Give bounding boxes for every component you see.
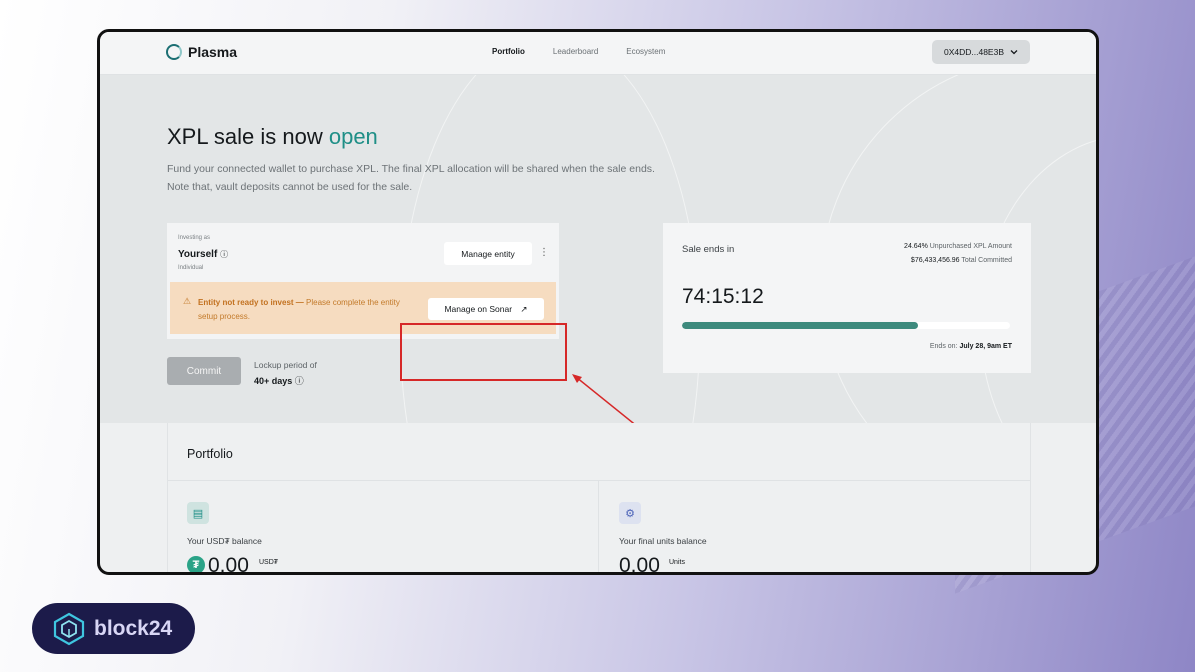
- divider: [598, 480, 599, 572]
- cube-logo-icon: [53, 612, 85, 645]
- portfolio-title: Portfolio: [187, 447, 233, 461]
- desc-line-2: Note that, vault deposits cannot be used…: [167, 181, 413, 193]
- wallet-button[interactable]: 0X4DD...48E3B: [932, 40, 1030, 64]
- hero-description: Fund your connected wallet to purchase X…: [167, 160, 655, 196]
- entity-name-text: Yourself: [178, 249, 218, 260]
- plasma-logo-icon: [166, 44, 182, 60]
- more-options-icon[interactable]: ⋮: [539, 247, 549, 258]
- usdt-balance-amount: 0.00: [208, 554, 249, 575]
- sale-card: Sale ends in 24.64% Unpurchased XPL Amou…: [663, 223, 1031, 373]
- entity-card: Investing as Yourself ⓘ Individual Manag…: [167, 223, 559, 339]
- wallet-address: 0X4DD...48E3B: [943, 47, 1004, 57]
- committed-label: Total Committed: [961, 257, 1012, 264]
- warning-text: Entity not ready to invest — Please comp…: [198, 296, 408, 324]
- nav-link-portfolio[interactable]: Portfolio: [492, 47, 525, 56]
- sale-progress-bar: [682, 322, 1010, 329]
- nav-links: Portfolio Leaderboard Ecosystem: [492, 47, 665, 56]
- info-icon[interactable]: ⓘ: [295, 376, 304, 386]
- unpurchased-label: Unpurchased XPL Amount: [929, 243, 1012, 250]
- external-link-icon: ↗: [520, 303, 528, 314]
- usdt-balance-label: Your USD₮ balance: [187, 536, 262, 546]
- hero-section: XPL sale is now open Fund your connected…: [100, 75, 1096, 423]
- nav-link-leaderboard[interactable]: Leaderboard: [553, 47, 598, 56]
- units-unit: Units: [669, 559, 685, 566]
- logo-text: Plasma: [188, 44, 238, 60]
- annotation-arrow: [572, 374, 635, 423]
- lockup-value-text: 40+ days: [254, 376, 293, 386]
- entity-name: Yourself ⓘ: [178, 249, 228, 260]
- brand-name: block24: [94, 616, 173, 640]
- units-balance-label: Your final units balance: [619, 536, 707, 546]
- wallet-icon: ▤: [187, 502, 209, 524]
- usdt-unit: USD₮: [259, 559, 279, 566]
- browser-frame: Plasma Portfolio Leaderboard Ecosystem 0…: [97, 29, 1099, 575]
- title-highlight: open: [328, 124, 378, 149]
- sale-progress-fill: [682, 322, 919, 329]
- commit-button[interactable]: Commit: [167, 357, 241, 385]
- desc-line-1: Fund your connected wallet to purchase X…: [167, 163, 655, 175]
- lockup-label: Lockup period of: [254, 360, 317, 370]
- unpurchased-value: 24.64%: [904, 243, 928, 250]
- highlight-box: [400, 323, 567, 381]
- lockup-value: 40+ days ⓘ: [254, 374, 304, 387]
- manage-entity-button[interactable]: Manage entity: [444, 242, 532, 265]
- entity-type: Individual: [178, 265, 204, 271]
- top-nav: Plasma Portfolio Leaderboard Ecosystem 0…: [100, 32, 1096, 75]
- page-title: XPL sale is now open: [167, 124, 378, 150]
- gear-icon: ⚙: [619, 502, 641, 524]
- sonar-label: Manage on Sonar: [444, 303, 513, 314]
- warning-icon: ⚠: [183, 296, 192, 306]
- manage-on-sonar-button[interactable]: Manage on Sonar ↗: [428, 298, 544, 320]
- portfolio-section: Portfolio ▤ Your USD₮ balance ₮ 0.00 USD…: [167, 423, 1031, 575]
- committed-value: $76,433,456.96: [910, 257, 960, 264]
- logo[interactable]: Plasma: [166, 44, 237, 60]
- committed-stat: $76,433,456.96 Total Committed: [911, 257, 1012, 264]
- ends-on-label: Ends on:: [929, 343, 958, 350]
- unpurchased-stat: 24.64% Unpurchased XPL Amount: [904, 243, 1012, 250]
- sale-ends-label: Sale ends in: [682, 244, 735, 255]
- usdt-coin-icon: ₮: [187, 556, 205, 572]
- divider: [168, 480, 1030, 481]
- ends-on: Ends on: July 28, 9am ET: [930, 343, 1012, 350]
- warning-bold: Entity not ready to invest —: [198, 298, 304, 307]
- countdown-timer: 74:15:12: [682, 285, 764, 308]
- ends-on-value: July 28, 9am ET: [959, 343, 1012, 350]
- chevron-down-icon: [1010, 50, 1018, 55]
- investing-as-label: Investing as: [178, 235, 211, 241]
- info-icon[interactable]: ⓘ: [220, 250, 228, 259]
- block24-badge: block24: [32, 603, 195, 654]
- nav-link-ecosystem[interactable]: Ecosystem: [626, 47, 665, 56]
- title-text: XPL sale is now: [167, 124, 323, 149]
- units-balance-amount: 0.00: [619, 554, 660, 575]
